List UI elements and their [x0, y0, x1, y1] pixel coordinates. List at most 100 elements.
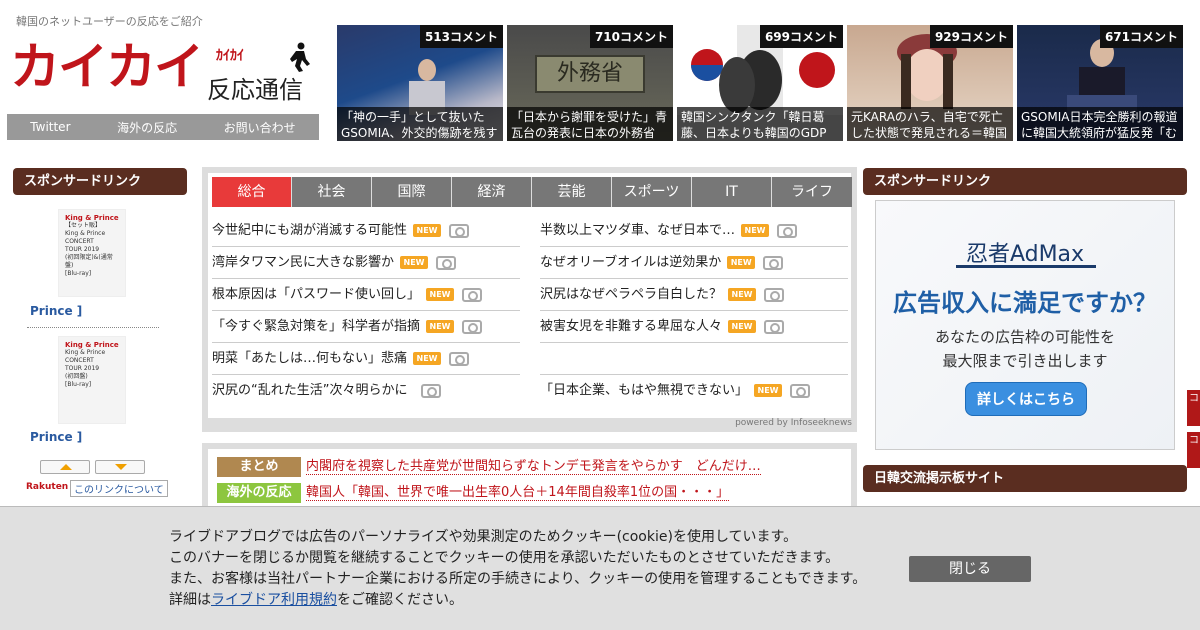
news-item[interactable]: 湾岸タワマン民に大きな影響か NEW [212, 247, 520, 279]
news-item[interactable]: 「今すぐ緊急対策を」科学者が指摘 NEW [212, 311, 520, 343]
news-item[interactable]: 今世紀中にも湖が消滅する可能性 NEW [212, 215, 520, 247]
news-title[interactable]: 今世紀中にも湖が消滅する可能性 [212, 215, 407, 247]
admax-ad-banner[interactable]: 忍者AdMax 広告収入に満足ですか？ あなたの広告枠の可能性を 最大限まで引き… [875, 200, 1175, 450]
news-item[interactable]: 「日本企業、もはや無視できない」 NEW [540, 375, 848, 407]
comment-count: 929コメント [929, 25, 1013, 48]
product-image-text: 【セット販】 [65, 222, 102, 229]
product-image[interactable]: King & Prince King & Prince CONCERT TOUR… [58, 336, 126, 424]
camera-icon [764, 287, 785, 302]
right-sidebar-heading: スポンサードリンク [863, 168, 1187, 195]
new-badge: NEW [426, 320, 455, 333]
camera-icon [421, 383, 442, 398]
featured-thumb[interactable]: 699コメント 韓国シンクタンク「韓日葛藤、日本よりも韓国のGDP [677, 25, 843, 141]
featured-thumb[interactable]: 929コメント 元KARAのハラ、自宅で死亡した状態で発見される＝韓国 [847, 25, 1013, 141]
site-tagline: 韓国のネットユーザーの反応をご紹介 [16, 15, 203, 28]
news-list-left: 今世紀中にも湖が消滅する可能性 NEW 湾岸タワマン民に大きな影響か NEW 根本原… [212, 215, 520, 407]
product-link[interactable]: Prince ] [30, 304, 82, 318]
terms-link[interactable]: ライブドア利用規約 [211, 592, 337, 608]
edge-tab[interactable]: コ [1187, 432, 1200, 468]
summary-item[interactable]: まとめ 内閣府を視察した共産党が世間知らずなトンデモ発言をやらかす どんだけ… [217, 457, 761, 477]
edge-tab[interactable]: コ [1187, 390, 1200, 426]
featured-thumb[interactable]: 外務省 710コメント 「日本から謝罪を受けた」青瓦台の発表に日本の外務省 [507, 25, 673, 141]
tab-society[interactable]: 社会 [292, 177, 372, 207]
product-image-text: King & Prince [65, 230, 106, 237]
cookie-close-button[interactable]: 閉じる [909, 556, 1031, 582]
product-image-text: TOUR 2019 [65, 365, 100, 372]
summary-link[interactable]: 韓国人「韓国、世界で唯一出生率0人台＋14年間自殺率1位の国・・・」 [306, 485, 730, 501]
tab-it[interactable]: IT [692, 177, 772, 207]
nav-overseas-reaction[interactable]: 海外の反応 [117, 119, 177, 136]
product-image-text: (初回限定)&(通常盤) [65, 254, 113, 269]
new-badge: NEW [728, 320, 757, 333]
ad-details-button[interactable]: 詳しくはこちら [965, 382, 1087, 416]
scroll-up-button[interactable] [40, 460, 90, 474]
main-nav: Twitter 海外の反応 お問い合わせ [7, 114, 319, 140]
news-title[interactable]: 「日本企業、もはや無視できない」 [540, 375, 748, 407]
new-badge: NEW [413, 224, 442, 237]
divider [27, 327, 159, 328]
scroll-down-button[interactable] [95, 460, 145, 474]
rakuten-logo[interactable]: Rakuten [26, 482, 68, 492]
featured-thumb[interactable]: 671コメント GSOMIA日本完全勝利の報道に韓国大統領府が猛反発「む [1017, 25, 1183, 141]
tab-international[interactable]: 国際 [372, 177, 452, 207]
product-image-text: CONCERT [65, 357, 94, 364]
news-title[interactable]: 明菜「あたしは…何もない」悲痛 [212, 343, 407, 375]
camera-icon [462, 287, 483, 302]
news-title[interactable]: 湾岸タワマン民に大きな影響か [212, 247, 394, 279]
tab-economy[interactable]: 経済 [452, 177, 532, 207]
product-image-text: [Blu-ray] [65, 270, 92, 277]
news-item[interactable]: 被害女児を非難する卑屈な人々 NEW [540, 311, 848, 343]
news-title[interactable]: 半数以上マツダ車、なぜ日本で… [540, 215, 735, 247]
comment-count: 513コメント [419, 25, 503, 48]
thumb-caption: 「日本から謝罪を受けた」青瓦台の発表に日本の外務省 [507, 107, 673, 141]
left-sidebar-heading: スポンサードリンク [13, 168, 187, 195]
news-title[interactable]: なぜオリーブオイルは逆効果か [540, 247, 721, 279]
product-image-text: TOUR 2019 [65, 246, 100, 253]
summary-link[interactable]: 内閣府を視察した共産党が世間知らずなトンデモ発言をやらかす どんだけ… [306, 459, 761, 475]
tab-life[interactable]: ライフ [772, 177, 852, 207]
new-badge: NEW [741, 224, 770, 237]
featured-thumbnails: 513コメント 「神の一手」として抜いたGSOMIA、外交的傷跡を残す 外務省 … [337, 25, 1183, 141]
tab-general[interactable]: 総合 [212, 177, 292, 207]
news-panel: 総合 社会 国際 経済 芸能 スポーツ IT ライフ 今世紀中にも湖が消滅する可… [208, 173, 852, 418]
news-item[interactable]: 明菜「あたしは…何もない」悲痛 NEW [212, 343, 520, 375]
news-item[interactable]: 沢尻はなぜペラペラ自白した？ NEW [540, 279, 848, 311]
powered-by[interactable]: powered by Infoseeknews [735, 418, 852, 428]
news-list-right: 半数以上マツダ車、なぜ日本で… NEW なぜオリーブオイルは逆効果か NEW 沢尻は… [540, 215, 848, 407]
news-item[interactable]: 根本原因は「パスワード使い回し」 NEW [212, 279, 520, 311]
news-title[interactable]: 被害女児を非難する卑屈な人々 [540, 311, 722, 343]
news-item[interactable]: なぜオリーブオイルは逆効果か NEW [540, 247, 848, 279]
new-badge: NEW [728, 288, 757, 301]
tab-sports[interactable]: スポーツ [612, 177, 692, 207]
cookie-line: このバナーを閉じるか閲覧を継続することでクッキーの使用を承認いただいたものとさせ… [169, 550, 840, 566]
news-title[interactable]: 沢尻はなぜペラペラ自白した？ [540, 279, 722, 311]
category-label: 海外の反応 [217, 483, 301, 503]
site-logo[interactable]: カイカイ [10, 42, 204, 92]
tab-entertainment[interactable]: 芸能 [532, 177, 612, 207]
product-link[interactable]: Prince ] [30, 430, 82, 444]
product-image-text: King & Prince [65, 341, 119, 349]
news-item[interactable]: 沢尻の“乱れた生活”次々明らかに [212, 375, 520, 407]
camera-icon [449, 351, 470, 366]
logo-subtitle: 反応通信 [207, 76, 303, 104]
ad-headline: 広告収入に満足ですか？ [893, 289, 1157, 317]
news-title[interactable]: 沢尻の“乱れた生活”次々明らかに [212, 375, 407, 407]
product-image[interactable]: King & Prince 【セット販】 King & Prince CONCE… [58, 209, 126, 297]
camera-icon [777, 223, 798, 238]
news-title[interactable]: 「今すぐ緊急対策を」科学者が指摘 [212, 311, 420, 343]
news-item[interactable]: 半数以上マツダ車、なぜ日本で… NEW [540, 215, 848, 247]
product-image-text: (初回盤) [65, 373, 88, 380]
nav-contact[interactable]: お問い合わせ [224, 119, 296, 136]
product-image-text: King & Prince [65, 349, 106, 356]
news-title[interactable]: 根本原因は「パスワード使い回し」 [212, 279, 420, 311]
thumb-figure-image [409, 59, 445, 115]
featured-thumb[interactable]: 513コメント 「神の一手」として抜いたGSOMIA、外交的傷跡を残す [337, 25, 503, 141]
comment-count: 699コメント [759, 25, 843, 48]
summary-item[interactable]: 海外の反応 韓国人「韓国、世界で唯一出生率0人台＋14年間自殺率1位の国・・・」 [217, 483, 730, 503]
about-link[interactable]: このリンクについて [70, 480, 168, 497]
cookie-line: また、お客様は当社パートナー企業における所定の手続きにより、クッキーの使用を管理… [169, 571, 867, 587]
product-image-text: King & Prince [65, 214, 119, 222]
nav-twitter[interactable]: Twitter [30, 120, 70, 134]
camera-icon [449, 223, 470, 238]
product-image-text: [Blu-ray] [65, 381, 92, 388]
